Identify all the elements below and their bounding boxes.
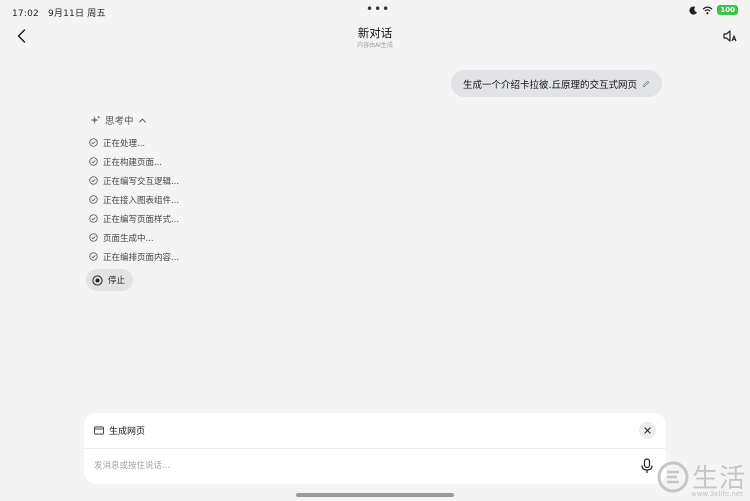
check-circle-icon (89, 195, 98, 204)
chevron-up-icon (138, 117, 146, 123)
watermark-url: www.3elife.net (691, 490, 743, 498)
thinking-step: 正在接入图表组件... (89, 190, 179, 209)
user-message-bubble: 生成一个介绍卡拉彼.丘原理的交互式网页 (450, 70, 662, 97)
thinking-step-label: 正在构建页面... (103, 157, 163, 168)
thinking-step-label: 正在接入图表组件... (103, 195, 180, 206)
watermark-logo-icon (657, 461, 689, 492)
microphone-icon[interactable] (640, 458, 654, 474)
check-circle-icon (89, 138, 98, 147)
thinking-step: 正在编写交互逻辑... (89, 171, 179, 190)
stop-label: 停止 (108, 276, 126, 286)
watermark: 生活 www.3elife.net (656, 458, 746, 498)
pencil-icon[interactable] (642, 80, 650, 88)
close-button[interactable] (639, 422, 656, 439)
battery-indicator: 100 (717, 5, 738, 15)
thinking-toggle[interactable]: 思考中 (90, 113, 147, 127)
stop-button[interactable]: 停止 (86, 269, 134, 291)
home-indicator[interactable] (296, 493, 454, 497)
generate-webpage-chip[interactable]: 生成网页 (94, 424, 145, 437)
check-circle-icon (89, 157, 98, 166)
check-circle-icon (89, 176, 98, 185)
browser-window-icon (94, 426, 104, 435)
close-icon (644, 427, 651, 434)
thinking-step-label: 页面生成中... (103, 233, 154, 244)
wifi-icon (702, 6, 713, 14)
status-bar: 17:02 9月11日 周五 ••• 100 (0, 0, 750, 20)
multitask-dots[interactable]: ••• (366, 2, 390, 16)
thinking-step: 正在构建页面... (89, 152, 179, 171)
composer: 生成网页 (84, 413, 666, 484)
page-subtitle: 内容由AI生成 (357, 42, 393, 49)
status-time: 17:02 (12, 9, 39, 19)
composer-tool-bar: 生成网页 (84, 413, 666, 449)
thinking-step: 正在编排页面内容... (89, 247, 179, 266)
sparkle-icon (90, 114, 101, 124)
status-date: 9月11日 周五 (48, 9, 106, 19)
stop-circle-icon (92, 274, 103, 286)
status-time-date: 17:02 9月11日 周五 (12, 6, 112, 19)
check-circle-icon (89, 233, 98, 242)
check-circle-icon (89, 214, 98, 223)
thinking-step: 正在编写页面样式... (89, 209, 179, 228)
user-message-text: 生成一个介绍卡拉彼.丘原理的交互式网页 (462, 79, 637, 91)
thinking-step: 正在处理... (89, 133, 179, 152)
thinking-step-label: 正在编排页面内容... (103, 252, 180, 263)
thinking-step-label: 正在编写交互逻辑... (103, 176, 180, 187)
speaker-icon[interactable] (722, 28, 738, 44)
thinking-steps: 正在处理... 正在构建页面... 正在编写交互逻辑... 正在接入图表组件..… (89, 133, 179, 266)
generate-webpage-label: 生成网页 (109, 427, 146, 437)
moon-icon (689, 5, 698, 15)
check-circle-icon (89, 252, 98, 261)
status-icons: 100 (689, 5, 738, 15)
thinking-step-label: 正在编写页面样式... (103, 214, 180, 225)
thinking-label: 思考中 (105, 116, 134, 127)
page-title: 新对话 (357, 26, 393, 40)
message-input[interactable] (94, 457, 614, 475)
thinking-step-label: 正在处理... (103, 138, 146, 149)
thinking-step: 页面生成中... (89, 228, 179, 247)
